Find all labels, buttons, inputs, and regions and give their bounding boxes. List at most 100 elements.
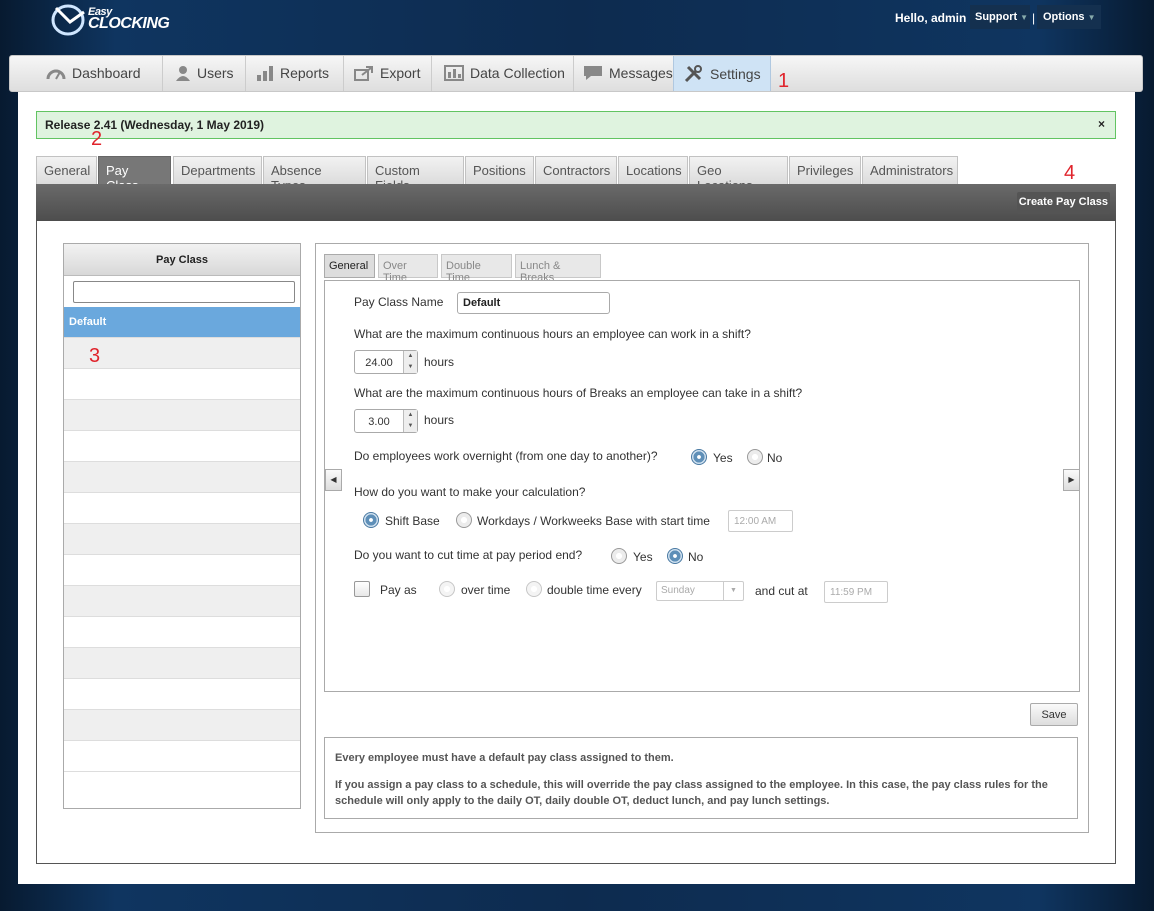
list-item-empty xyxy=(64,493,300,524)
annotation-4: 4 xyxy=(1064,162,1076,184)
nav-item-export[interactable]: Export xyxy=(344,56,432,91)
max-breaks-stepper[interactable]: 3.00 ▲ ▼ xyxy=(354,409,418,433)
tab-custom-fields[interactable]: Custom Fields xyxy=(367,156,464,193)
release-banner: Release 2.41 (Wednesday, 1 May 2019) × xyxy=(36,111,1116,139)
double-time-radio[interactable] xyxy=(526,581,542,597)
annotation-3: 3 xyxy=(89,345,101,367)
nav-item-reports[interactable]: Reports xyxy=(246,56,344,91)
nav-label: Messages xyxy=(609,65,673,82)
day-select-value: Sunday xyxy=(661,585,695,596)
scroll-right-icon[interactable]: ▶ xyxy=(1063,469,1080,491)
list-item-empty xyxy=(64,431,300,462)
tab-departments[interactable]: Departments xyxy=(173,156,262,184)
pay-as-label: Pay as xyxy=(380,583,417,597)
wrench-icon xyxy=(684,65,704,86)
list-item-empty xyxy=(64,555,300,586)
support-label: Support xyxy=(975,11,1018,23)
settings-toolbar: Create Pay Class xyxy=(36,184,1116,221)
double-time-label: double time every xyxy=(547,583,642,597)
options-label: Options xyxy=(1043,11,1085,23)
calc-workdays-label: Workdays / Workweeks Base with start tim… xyxy=(477,514,710,528)
cut-time-yes-radio[interactable] xyxy=(611,548,627,564)
list-item-empty xyxy=(64,400,300,431)
overnight-yes-radio[interactable] xyxy=(691,449,707,465)
list-item-empty xyxy=(64,524,300,555)
nav-item-dashboard[interactable]: Dashboard xyxy=(36,56,163,91)
annotation-2: 2 xyxy=(91,128,103,150)
pay-class-search-input[interactable] xyxy=(73,281,295,303)
chevron-down-icon: ▼ xyxy=(1087,13,1096,22)
support-menu-button[interactable]: Support ▼ xyxy=(970,5,1030,29)
tab-contractors[interactable]: Contractors xyxy=(535,156,617,184)
nav-label: Data Collection xyxy=(470,65,565,82)
tab-detail-general[interactable]: General xyxy=(324,254,375,278)
cut-at-time-input[interactable]: 11:59 PM xyxy=(824,581,888,603)
logo-wordmark: Easy CLOCKING xyxy=(88,6,170,32)
nav-item-settings[interactable]: Settings xyxy=(673,56,771,91)
tab-locations[interactable]: Locations xyxy=(618,156,688,184)
overnight-no-radio[interactable] xyxy=(747,449,763,465)
nav-label: Users xyxy=(197,65,234,82)
tab-geo-locations[interactable]: Geo Locations xyxy=(689,156,788,193)
list-item-empty xyxy=(64,586,300,617)
nav-item-messages[interactable]: Messages xyxy=(574,56,683,91)
pay-as-checkbox[interactable] xyxy=(354,581,370,597)
list-item-empty xyxy=(64,710,300,741)
close-icon[interactable]: × xyxy=(1098,117,1105,131)
max-hours-question: What are the maximum continuous hours an… xyxy=(354,327,751,341)
chevron-down-icon: ▼ xyxy=(723,582,743,600)
calc-workdays-radio[interactable] xyxy=(456,512,472,528)
pay-class-name-label: Pay Class Name xyxy=(354,295,444,309)
day-select[interactable]: Sunday ▼ xyxy=(656,581,744,601)
cut-time-no-radio[interactable] xyxy=(667,548,683,564)
max-breaks-value: 3.00 xyxy=(368,416,390,428)
list-item[interactable]: Default xyxy=(64,307,300,338)
stepper-arrows[interactable]: ▲ ▼ xyxy=(403,351,417,373)
tab-pay-class[interactable]: Pay Class xyxy=(98,156,171,193)
dashboard-icon xyxy=(46,66,66,83)
tab-absence-types[interactable]: Absence Types xyxy=(263,156,366,193)
overnight-question: Do employees work overnight (from one da… xyxy=(354,449,658,463)
list-item-empty xyxy=(64,648,300,679)
tab-double-time[interactable]: Double Time xyxy=(441,254,512,284)
pay-class-name-input[interactable]: Default xyxy=(457,292,610,314)
main-nav: Dashboard Users Reports Export Data Coll… xyxy=(9,55,1143,92)
chevron-down-icon: ▼ xyxy=(1020,13,1029,22)
calc-question: How do you want to make your calculation… xyxy=(354,485,586,499)
save-button[interactable]: Save xyxy=(1030,703,1078,726)
calc-shift-base-radio[interactable] xyxy=(363,512,379,528)
data-collection-icon xyxy=(444,65,464,84)
nav-item-users[interactable]: Users xyxy=(163,56,246,91)
max-hours-stepper[interactable]: 24.00 ▲ ▼ xyxy=(354,350,418,374)
annotation-1: 1 xyxy=(778,70,790,92)
calc-shift-base-label: Shift Base xyxy=(385,514,440,528)
top-bar: Easy CLOCKING Hello, admin | Support ▼ | … xyxy=(0,0,1154,40)
scroll-left-icon[interactable]: ◀ xyxy=(325,469,342,491)
arrow-down-icon[interactable]: ▼ xyxy=(404,362,417,373)
hours-unit-label: hours xyxy=(424,355,455,369)
logo-text-bottom: CLOCKING xyxy=(88,15,170,32)
user-icon xyxy=(175,65,191,84)
pay-class-list-header: Pay Class xyxy=(64,244,300,276)
note-text: Every employee must have a default pay c… xyxy=(335,752,674,764)
nav-item-data-collection[interactable]: Data Collection xyxy=(432,56,574,91)
arrow-up-icon[interactable]: ▲ xyxy=(404,410,417,421)
tab-positions[interactable]: Positions xyxy=(465,156,534,184)
arrow-down-icon[interactable]: ▼ xyxy=(404,421,417,432)
over-time-radio[interactable] xyxy=(439,581,455,597)
tab-over-time[interactable]: Over Time xyxy=(378,254,438,284)
tab-general[interactable]: General xyxy=(36,156,97,184)
cut-time-question: Do you want to cut time at pay period en… xyxy=(354,548,583,562)
pay-class-list: Pay Class Default xyxy=(63,243,301,809)
tab-privileges[interactable]: Privileges xyxy=(789,156,861,184)
list-item-empty xyxy=(64,462,300,493)
create-pay-class-button[interactable]: Create Pay Class xyxy=(1016,192,1110,214)
start-time-input[interactable]: 12:00 AM xyxy=(728,510,793,532)
list-item-empty xyxy=(64,741,300,772)
stepper-arrows[interactable]: ▲ ▼ xyxy=(403,410,417,432)
cut-at-label: and cut at xyxy=(755,584,808,598)
arrow-up-icon[interactable]: ▲ xyxy=(404,351,417,362)
options-menu-button[interactable]: Options ▼ xyxy=(1037,5,1101,29)
tab-lunch-breaks[interactable]: Lunch & Breaks xyxy=(515,254,601,284)
tab-administrators[interactable]: Administrators xyxy=(862,156,958,184)
